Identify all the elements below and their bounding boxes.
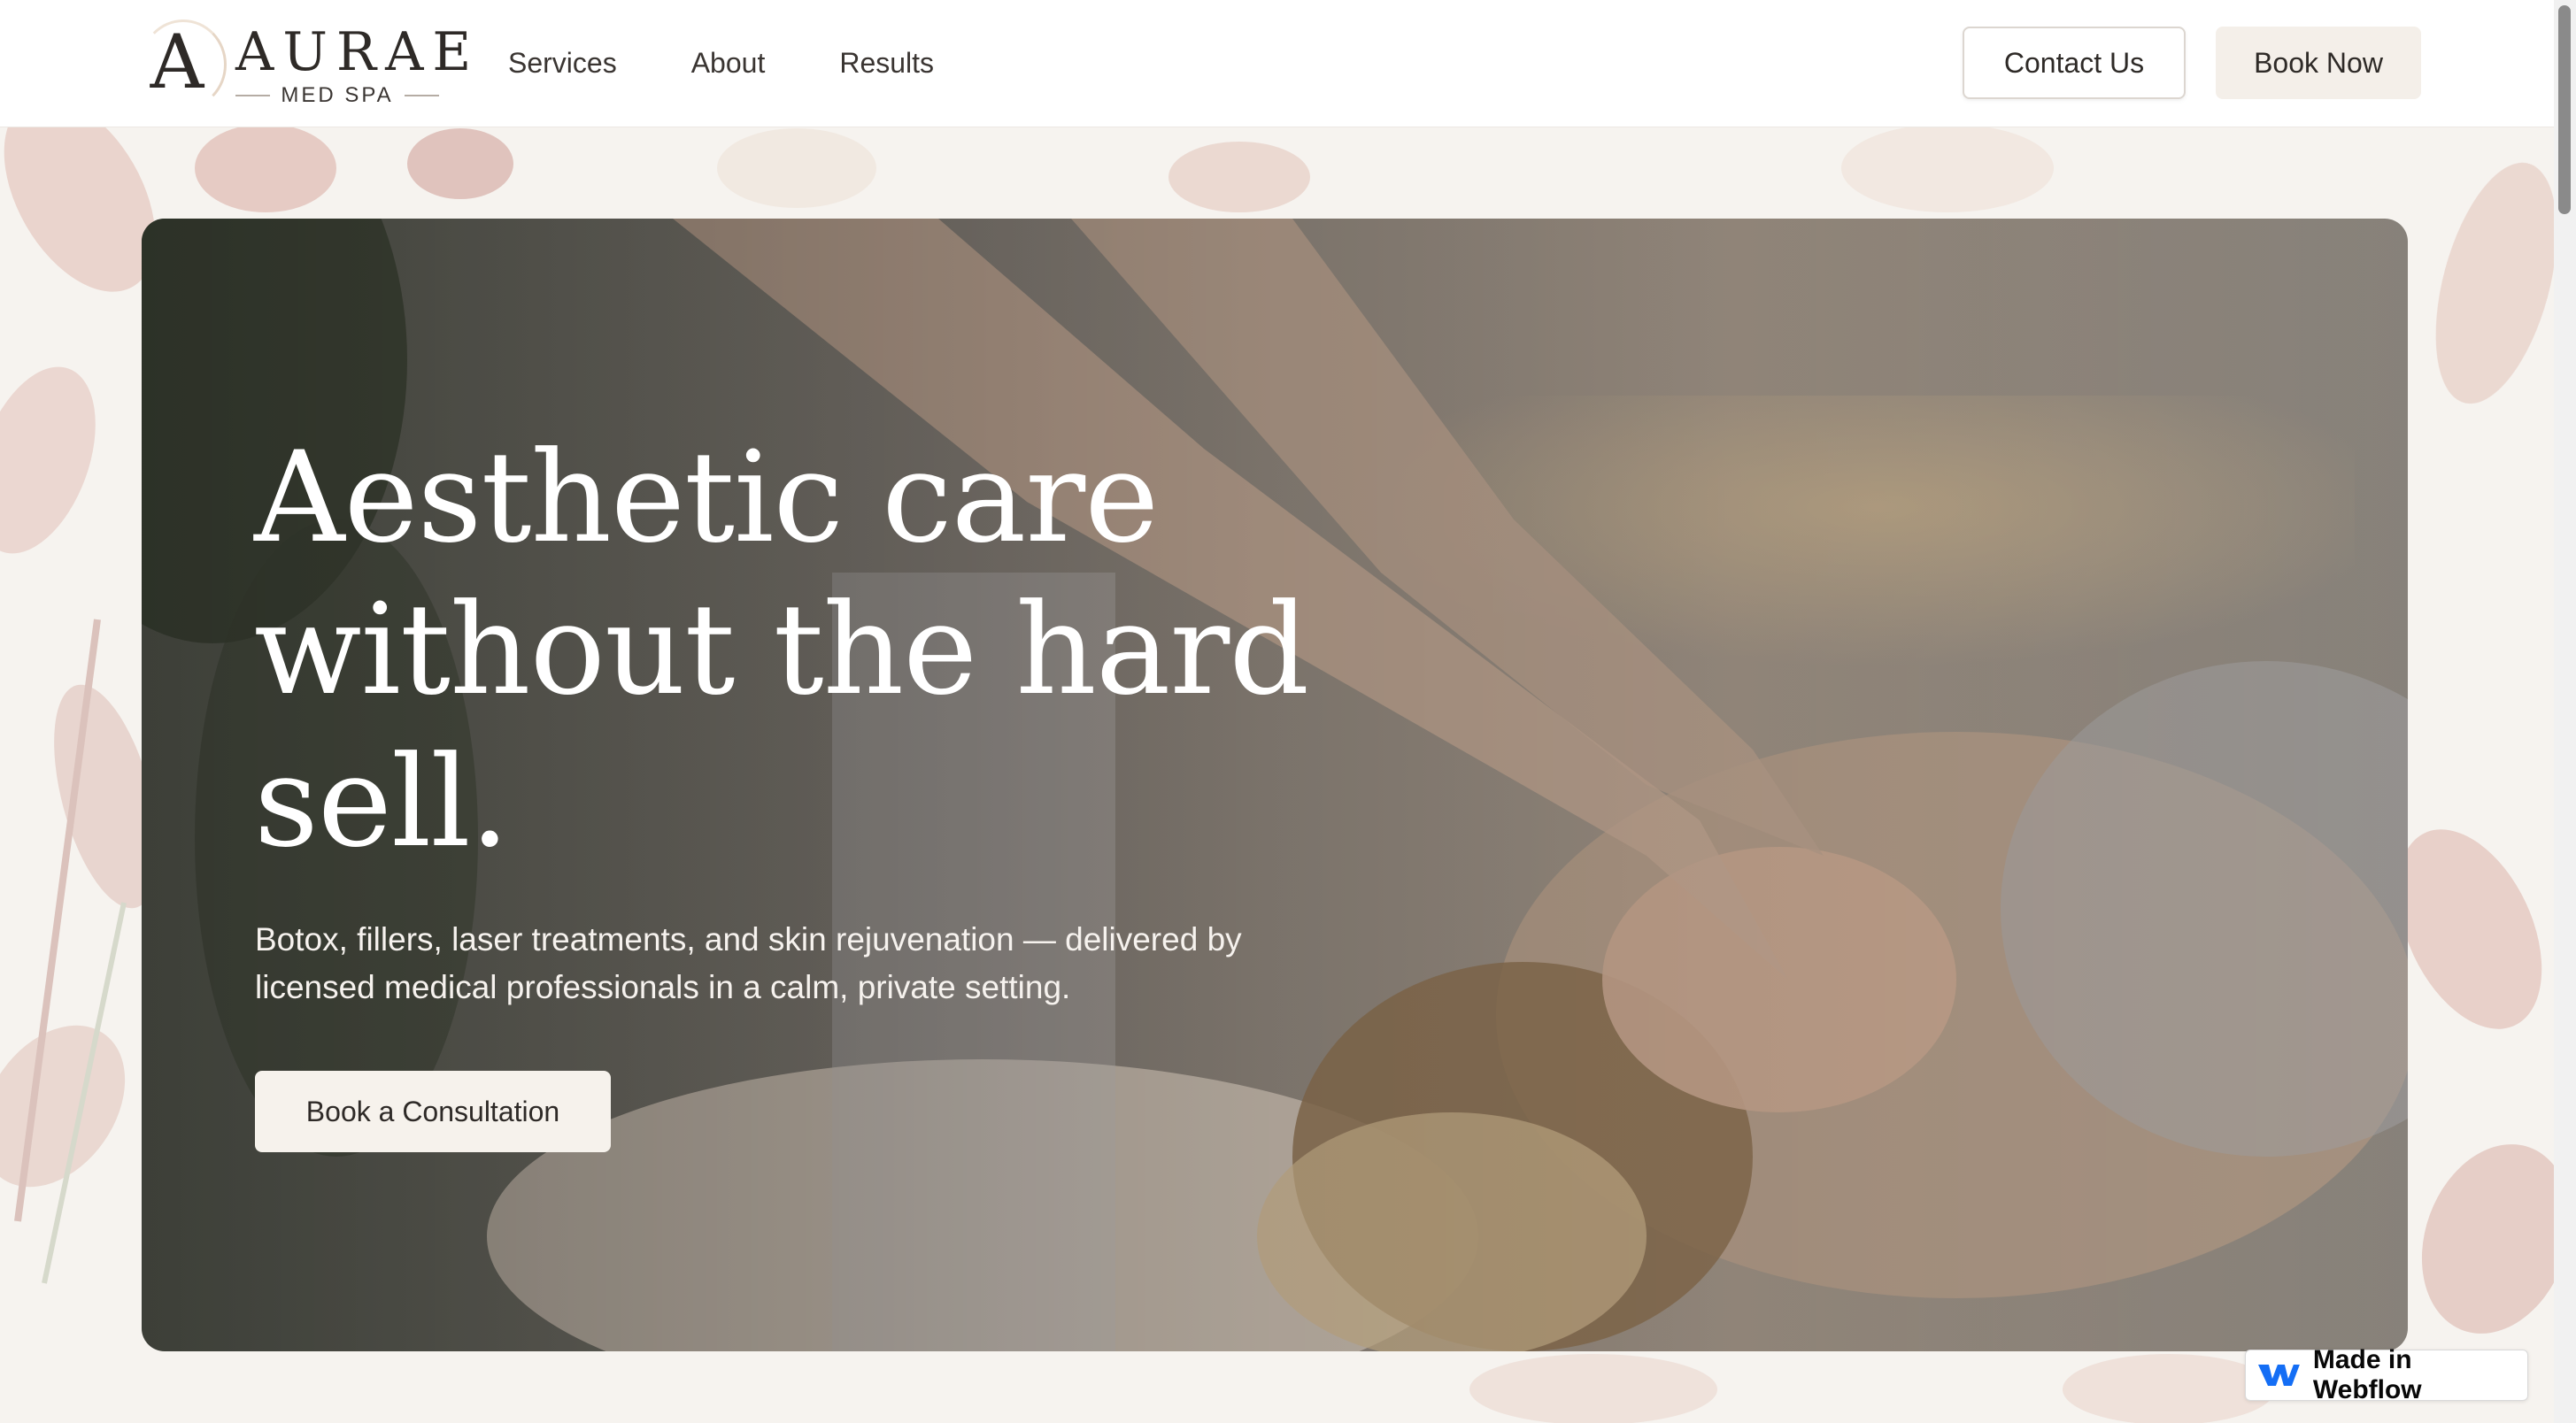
logo-monogram: A bbox=[150, 19, 204, 105]
brand-subtitle: MED SPA bbox=[235, 83, 439, 107]
brand-subtitle-text: MED SPA bbox=[281, 83, 394, 107]
webflow-logo-icon bbox=[2257, 1365, 2300, 1386]
nav-link-services[interactable]: Services bbox=[508, 40, 617, 86]
contact-us-button[interactable]: Contact Us bbox=[1963, 27, 2186, 99]
scrollbar-thumb[interactable] bbox=[2558, 5, 2571, 214]
brand-name: AURAE bbox=[235, 21, 481, 83]
hero-section: Aesthetic care without the hard sell. Bo… bbox=[142, 219, 2408, 1351]
made-in-webflow-badge[interactable]: Made in Webflow bbox=[2245, 1345, 2528, 1404]
site-header: A AURAE MED SPA Services About Results C… bbox=[0, 0, 2554, 127]
nav-link-about[interactable]: About bbox=[691, 40, 766, 86]
main-nav: Services About Results bbox=[508, 40, 934, 86]
page-scrollbar[interactable] bbox=[2554, 0, 2576, 1423]
nav-link-results[interactable]: Results bbox=[839, 40, 934, 86]
badge-label: Made in Webflow bbox=[2312, 1345, 2422, 1404]
logo-rule-right bbox=[404, 95, 439, 96]
hero-subtitle: Botox, fillers, laser treatments, and sk… bbox=[255, 921, 1242, 1005]
hero-title: Aesthetic care without the hard sell. bbox=[254, 425, 1309, 875]
book-consultation-button[interactable]: Book a Consultation bbox=[255, 1071, 611, 1152]
brand-logo[interactable]: A AURAE MED SPA bbox=[133, 18, 471, 110]
book-now-button[interactable]: Book Now bbox=[2216, 27, 2421, 99]
logo-rule-left bbox=[235, 95, 271, 96]
